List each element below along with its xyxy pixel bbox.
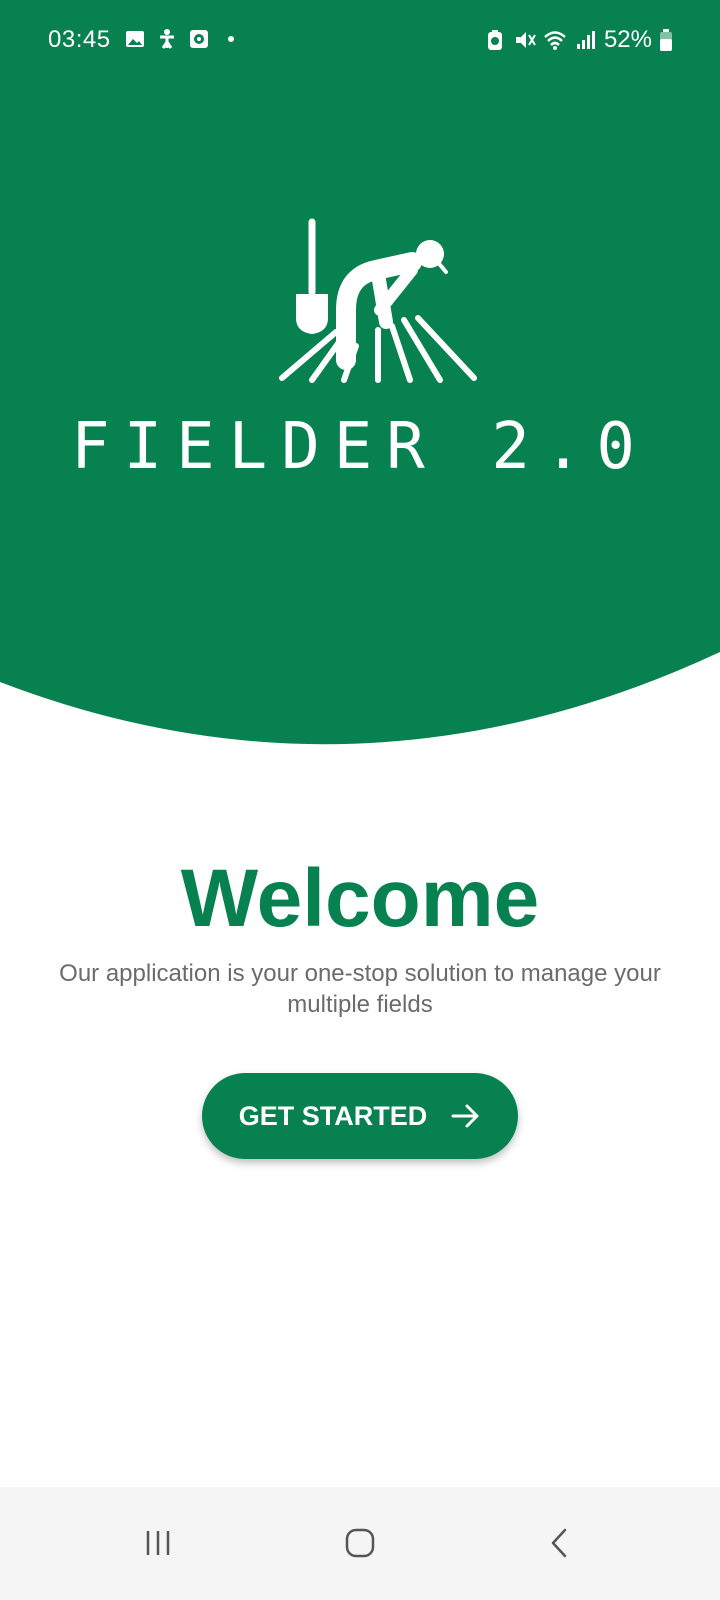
recent-apps-button[interactable] (128, 1513, 188, 1573)
arrow-right-icon (451, 1104, 479, 1128)
notification-dot-icon (228, 36, 234, 42)
home-button[interactable] (330, 1513, 390, 1573)
mute-icon (515, 32, 536, 48)
brand-title: FIELDER 2.0 (71, 410, 649, 484)
battery-percent: 52% (603, 26, 652, 53)
system-nav-bar (0, 1487, 720, 1600)
status-bar: 03:45 52% (0, 0, 720, 84)
back-button[interactable] (530, 1513, 590, 1573)
battery-icon (660, 29, 672, 51)
hero-banner: FIELDER 2.0 (0, 0, 720, 760)
status-left-icons (124, 28, 242, 50)
wifi-icon (544, 31, 566, 50)
welcome-description: Our application is your one-stop solutio… (59, 960, 661, 1018)
status-right-icons: 52% (484, 26, 672, 54)
gallery-icon (126, 31, 144, 47)
signal-icon (576, 31, 595, 49)
recent-apps-icon (146, 1531, 170, 1555)
status-time: 03:45 (48, 26, 111, 53)
home-icon (345, 1528, 375, 1558)
accessibility-icon (160, 29, 174, 49)
back-icon (551, 1528, 567, 1558)
welcome-title: Welcome (180, 853, 540, 944)
get-started-button[interactable]: GET STARTED (202, 1073, 518, 1159)
get-started-label: GET STARTED (238, 1100, 428, 1131)
battery-saver-icon (487, 30, 502, 50)
screen-recorder-icon (190, 30, 208, 48)
